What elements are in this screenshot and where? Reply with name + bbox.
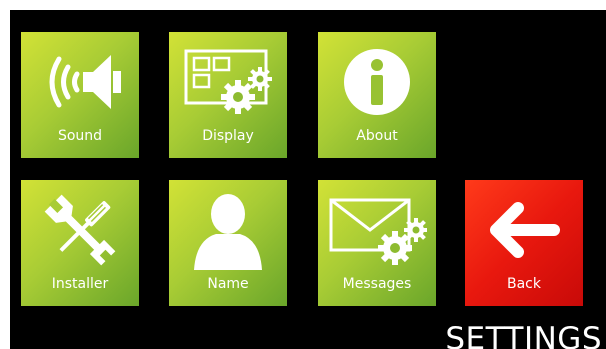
display-button[interactable]: Display xyxy=(169,32,287,158)
back-label: Back xyxy=(507,276,541,292)
tools-icon xyxy=(21,188,139,272)
about-label: About xyxy=(356,128,398,144)
speaker-icon xyxy=(21,40,139,124)
sound-label: Sound xyxy=(57,128,103,144)
arrow-left-icon xyxy=(465,188,583,272)
installer-label: Installer xyxy=(51,276,109,292)
messages-button[interactable]: Messages xyxy=(318,180,436,306)
display-gears-icon xyxy=(169,40,287,124)
info-icon xyxy=(318,40,436,124)
messages-label: Messages xyxy=(342,276,412,292)
display-label: Display xyxy=(202,128,254,144)
back-button[interactable]: Back xyxy=(465,180,583,306)
about-button[interactable]: About xyxy=(318,32,436,158)
sound-button[interactable]: Sound xyxy=(21,32,139,158)
settings-screen: Sound Display About Installer Name Messa… xyxy=(10,10,606,349)
installer-button[interactable]: Installer xyxy=(21,180,139,306)
envelope-gears-icon xyxy=(318,188,436,272)
name-button[interactable]: Name xyxy=(169,180,287,306)
name-label: Name xyxy=(207,276,249,292)
page-title: SETTINGS xyxy=(445,321,602,349)
user-icon xyxy=(169,188,287,272)
